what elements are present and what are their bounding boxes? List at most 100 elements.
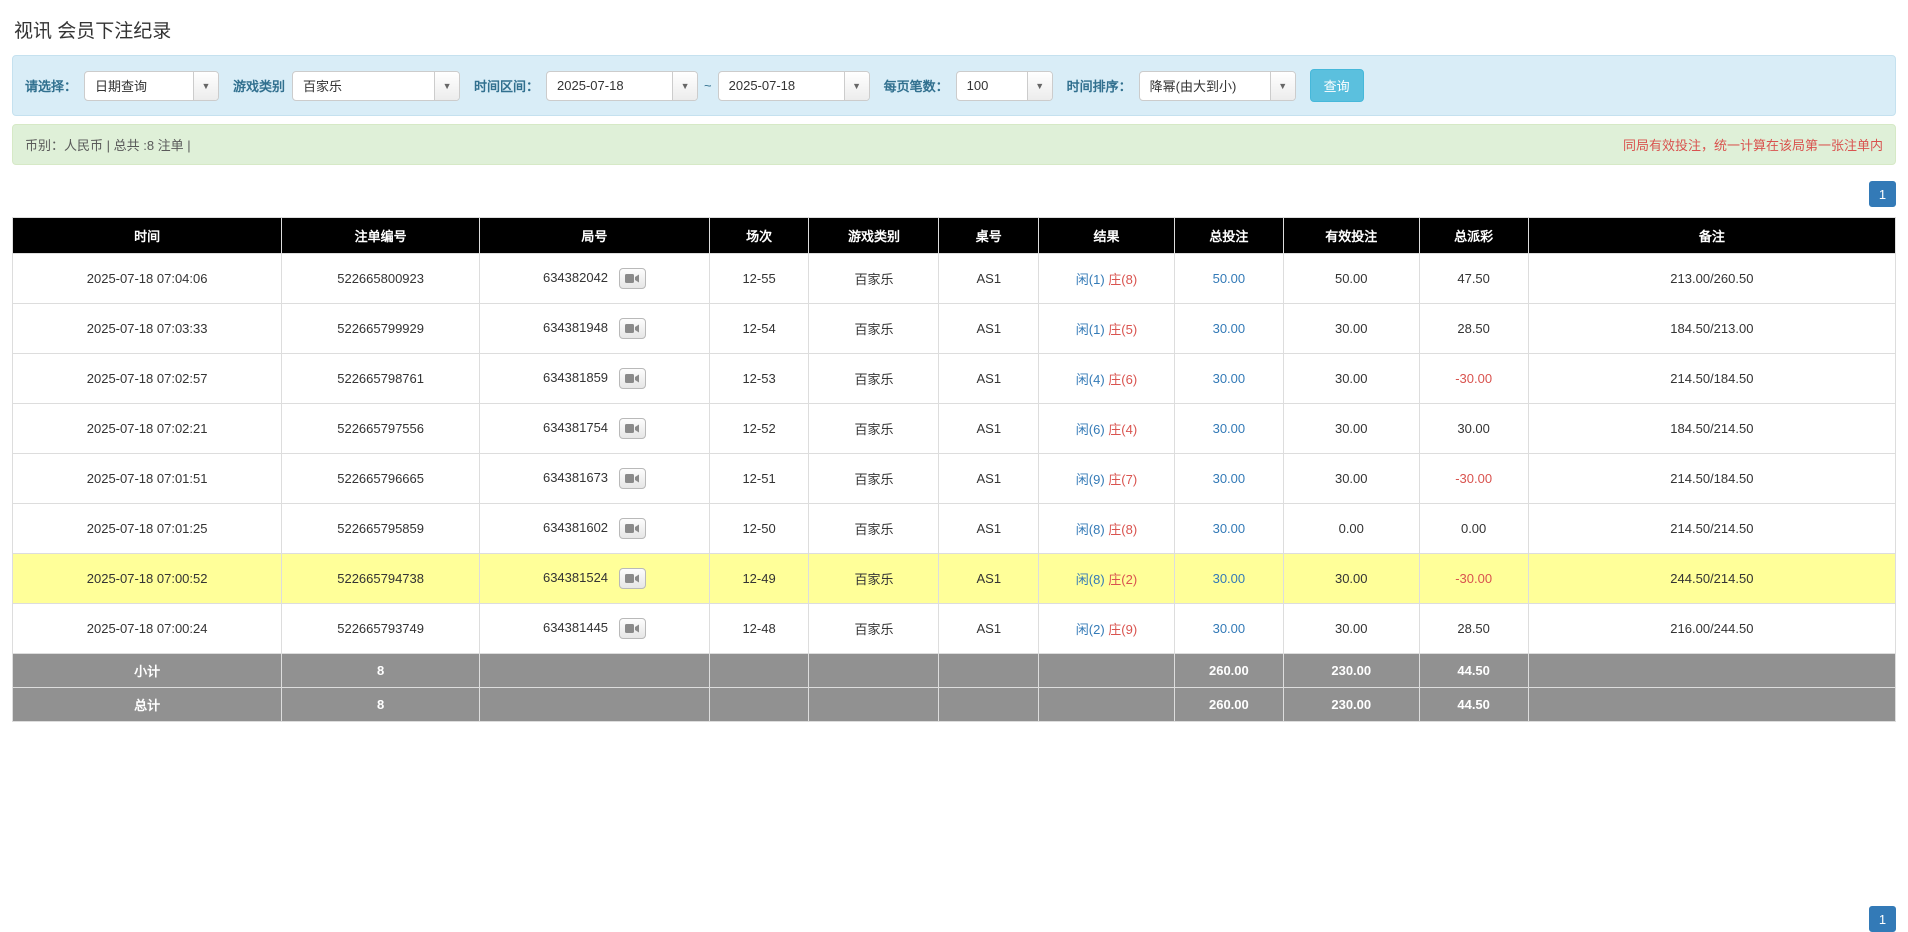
cell-session: 12-49 <box>709 554 809 604</box>
page-button-1-bottom[interactable]: 1 <box>1869 906 1896 932</box>
cell-session: 12-54 <box>709 304 809 354</box>
cell-total-bet[interactable]: 30.00 <box>1174 504 1283 554</box>
query-button[interactable]: 查询 <box>1310 69 1364 102</box>
pagination-bottom: 1 <box>12 906 1896 932</box>
cell-bet-id: 522665799929 <box>282 304 480 354</box>
cell-game: 百家乐 <box>809 554 939 604</box>
subtotal-total-bet: 260.00 <box>1174 654 1283 688</box>
cell-remark: 213.00/260.50 <box>1528 254 1895 304</box>
cell-total-bet[interactable]: 50.00 <box>1174 254 1283 304</box>
cell-session: 12-55 <box>709 254 809 304</box>
cell-total-bet[interactable]: 30.00 <box>1174 354 1283 404</box>
cell-valid-bet: 50.00 <box>1283 254 1419 304</box>
result-player: 闲(2) <box>1076 622 1105 637</box>
time-range-label: 时间区间： <box>474 76 539 95</box>
sort-label: 时间排序： <box>1067 76 1132 95</box>
round-id: 634381754 <box>543 420 608 435</box>
game-type-select[interactable]: 百家乐 ▼ <box>292 71 460 101</box>
date-to-select[interactable]: 2025-07-18 ▼ <box>718 71 870 101</box>
cell-result: 闲(1) 庄(8) <box>1039 254 1175 304</box>
cell-result: 闲(8) 庄(8) <box>1039 504 1175 554</box>
header-payout: 总派彩 <box>1419 218 1528 254</box>
info-bar: 币别：人民币 | 总共 :8 注单 | 同局有效投注，统一计算在该局第一张注单内 <box>12 124 1896 165</box>
video-replay-icon[interactable] <box>619 418 646 439</box>
round-id: 634381948 <box>543 320 608 335</box>
cell-session: 12-48 <box>709 604 809 654</box>
cell-remark: 214.50/214.50 <box>1528 504 1895 554</box>
grand-total-payout: 44.50 <box>1419 688 1528 722</box>
result-banker: 庄(8) <box>1108 272 1137 287</box>
subtotal-row: 小计 8 260.00 230.00 44.50 <box>13 654 1896 688</box>
cell-remark: 214.50/184.50 <box>1528 454 1895 504</box>
grand-total-count: 8 <box>282 688 480 722</box>
cell-session: 12-50 <box>709 504 809 554</box>
date-from-select[interactable]: 2025-07-18 ▼ <box>546 71 698 101</box>
cell-total-bet[interactable]: 30.00 <box>1174 604 1283 654</box>
cell-session: 12-51 <box>709 454 809 504</box>
video-replay-icon[interactable] <box>619 318 646 339</box>
query-type-select[interactable]: 日期查询 ▼ <box>84 71 219 101</box>
result-player: 闲(8) <box>1076 522 1105 537</box>
result-player: 闲(6) <box>1076 422 1105 437</box>
cell-valid-bet: 30.00 <box>1283 404 1419 454</box>
cell-result: 闲(9) 庄(7) <box>1039 454 1175 504</box>
cell-valid-bet: 30.00 <box>1283 454 1419 504</box>
page-button-1[interactable]: 1 <box>1869 181 1896 207</box>
chevron-down-icon: ▼ <box>844 72 869 100</box>
chevron-down-icon: ▼ <box>672 72 697 100</box>
cell-round: 634381859 <box>479 354 709 404</box>
game-type-group: 游戏类别 百家乐 ▼ <box>233 71 460 101</box>
cell-table-no: AS1 <box>939 354 1039 404</box>
cell-total-bet[interactable]: 30.00 <box>1174 454 1283 504</box>
header-game: 游戏类别 <box>809 218 939 254</box>
query-type-group: 请选择： 日期查询 ▼ <box>25 71 219 101</box>
cell-valid-bet: 30.00 <box>1283 304 1419 354</box>
cell-payout: 30.00 <box>1419 404 1528 454</box>
header-round: 局号 <box>479 218 709 254</box>
video-replay-icon[interactable] <box>619 368 646 389</box>
sort-select[interactable]: 降幂(由大到小) ▼ <box>1139 71 1296 101</box>
cell-table-no: AS1 <box>939 304 1039 354</box>
cell-round: 634381524 <box>479 554 709 604</box>
cell-payout: 28.50 <box>1419 304 1528 354</box>
cell-total-bet[interactable]: 30.00 <box>1174 304 1283 354</box>
cell-bet-id: 522665797556 <box>282 404 480 454</box>
grand-total-total-bet: 260.00 <box>1174 688 1283 722</box>
result-banker: 庄(8) <box>1108 522 1137 537</box>
cell-total-bet[interactable]: 30.00 <box>1174 404 1283 454</box>
video-replay-icon[interactable] <box>619 618 646 639</box>
cell-result: 闲(8) 庄(2) <box>1039 554 1175 604</box>
table-row: 2025-07-18 07:04:06 522665800923 6343820… <box>13 254 1896 304</box>
table-row: 2025-07-18 07:00:52 522665794738 6343815… <box>13 554 1896 604</box>
result-player: 闲(9) <box>1076 472 1105 487</box>
cell-payout: 47.50 <box>1419 254 1528 304</box>
cell-round: 634381602 <box>479 504 709 554</box>
video-replay-icon[interactable] <box>619 268 646 289</box>
page-size-select[interactable]: 100 ▼ <box>956 71 1053 101</box>
video-replay-icon[interactable] <box>619 468 646 489</box>
table-row: 2025-07-18 07:00:24 522665793749 6343814… <box>13 604 1896 654</box>
cell-remark: 244.50/214.50 <box>1528 554 1895 604</box>
cell-bet-id: 522665800923 <box>282 254 480 304</box>
time-range-group: 时间区间： 2025-07-18 ▼ ~ 2025-07-18 ▼ <box>474 71 870 101</box>
cell-valid-bet: 0.00 <box>1283 504 1419 554</box>
result-banker: 庄(5) <box>1108 322 1137 337</box>
video-replay-icon[interactable] <box>619 518 646 539</box>
cell-game: 百家乐 <box>809 604 939 654</box>
cell-remark: 184.50/213.00 <box>1528 304 1895 354</box>
sort-group: 时间排序： 降幂(由大到小) ▼ <box>1067 71 1296 101</box>
cell-result: 闲(1) 庄(5) <box>1039 304 1175 354</box>
result-player: 闲(1) <box>1076 322 1105 337</box>
round-id: 634381602 <box>543 520 608 535</box>
video-replay-icon[interactable] <box>619 568 646 589</box>
cell-bet-id: 522665795859 <box>282 504 480 554</box>
cell-game: 百家乐 <box>809 504 939 554</box>
cell-game: 百家乐 <box>809 404 939 454</box>
subtotal-count: 8 <box>282 654 480 688</box>
result-player: 闲(8) <box>1076 572 1105 587</box>
cell-payout: -30.00 <box>1419 354 1528 404</box>
cell-time: 2025-07-18 07:00:52 <box>13 554 282 604</box>
grand-total-valid-bet: 230.00 <box>1283 688 1419 722</box>
cell-total-bet[interactable]: 30.00 <box>1174 554 1283 604</box>
chevron-down-icon: ▼ <box>434 72 459 100</box>
